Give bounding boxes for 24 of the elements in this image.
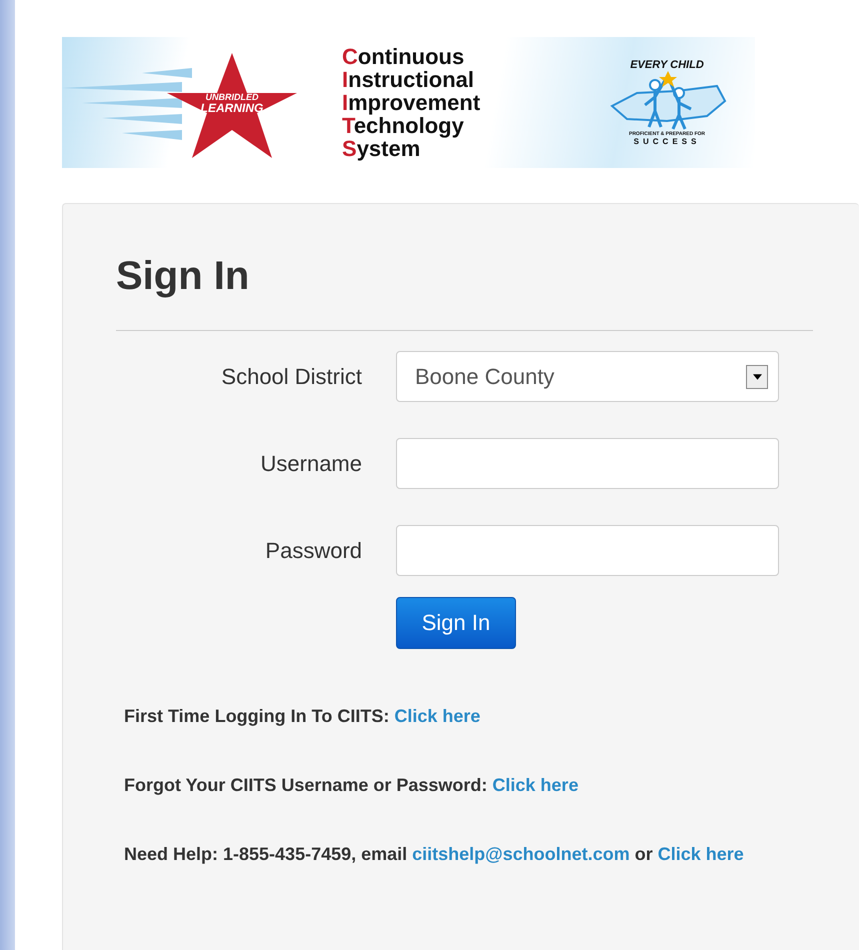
- help-text: Forgot Your CIITS Username or Password: Click here: [124, 774, 580, 797]
- logo-text: LEARNING: [200, 102, 264, 114]
- sign-in-heading: Sign In: [116, 253, 250, 300]
- help-text: First Time Logging In To CIITS: Click here: [124, 705, 482, 728]
- banner-title-line: Instructional: [342, 68, 476, 91]
- link[interactable]: Click here: [492, 775, 578, 795]
- school-district-dropdown[interactable]: Boone County: [396, 351, 779, 402]
- logo-text: EVERY CHILD: [630, 59, 704, 71]
- banner-title-line: System: [342, 137, 420, 160]
- field-label: Password: [264, 538, 363, 564]
- banner-title-line: Continuous: [342, 45, 466, 68]
- logo-text: SUCCESS: [634, 137, 700, 146]
- username-field[interactable]: [396, 438, 779, 489]
- password-field[interactable]: [396, 525, 779, 576]
- logo-text: UNBRIDLED: [206, 92, 258, 102]
- link[interactable]: Click here: [658, 844, 744, 864]
- banner-title-line: Technology: [342, 114, 464, 137]
- help-text: Need Help: 1-855-435-7459, email ciitshelp@schoolnet.com or Click here: [124, 843, 745, 866]
- link[interactable]: ciitshelp@schoolnet.com: [412, 844, 630, 864]
- link[interactable]: Click here: [394, 706, 480, 726]
- field-label: School District: [220, 364, 363, 390]
- field-label: Username: [260, 450, 363, 476]
- sign-in-button[interactable]: Sign In: [396, 597, 516, 649]
- banner-title-line: Improvement: [342, 91, 482, 114]
